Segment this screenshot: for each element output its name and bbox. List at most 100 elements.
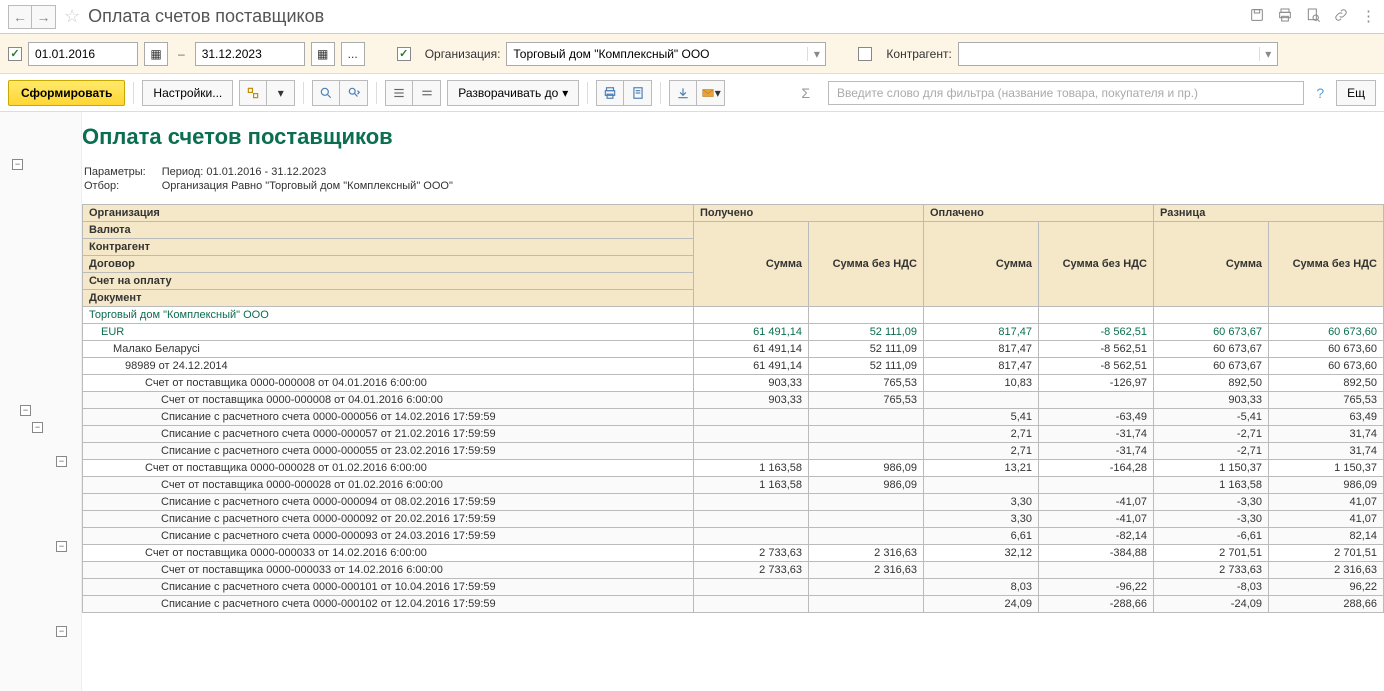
title-bar: ← → ☆ Оплата счетов поставщиков ⋮	[0, 0, 1384, 34]
period-checkbox[interactable]	[8, 47, 22, 61]
help-icon[interactable]: ?	[1316, 85, 1324, 101]
date-from-input[interactable]	[28, 42, 138, 66]
table-row[interactable]: Списание с расчетного счета 0000-000057 …	[83, 426, 1384, 443]
date-to-calendar-icon[interactable]: ▦	[311, 42, 335, 66]
row-cell: -31,74	[1039, 426, 1154, 443]
col-document[interactable]: Документ	[83, 290, 694, 307]
row-cell	[1039, 307, 1154, 324]
collapse-all-button[interactable]: −	[12, 159, 23, 170]
settings-dropdown-icon[interactable]: ▾	[267, 80, 295, 106]
action-toolbar: Сформировать Настройки... ▾ Разворачиват…	[0, 74, 1384, 112]
col-currency[interactable]: Валюта	[83, 222, 694, 239]
date-to-input[interactable]	[195, 42, 305, 66]
table-row[interactable]: Счет от поставщика 0000-000008 от 04.01.…	[83, 375, 1384, 392]
row-cell	[694, 494, 809, 511]
date-picker-button[interactable]: ...	[341, 42, 365, 66]
col-diff[interactable]: Разница	[1154, 205, 1384, 222]
settings-variants-icon[interactable]	[239, 80, 267, 106]
col-paid-sum[interactable]: Сумма	[924, 222, 1039, 307]
col-counterparty[interactable]: Контрагент	[83, 239, 694, 256]
link-icon[interactable]	[1333, 7, 1349, 27]
tree-toggle-button[interactable]: −	[56, 541, 67, 552]
org-checkbox[interactable]	[397, 47, 411, 61]
col-paid[interactable]: Оплачено	[924, 205, 1154, 222]
row-cell: 41,07	[1269, 494, 1384, 511]
row-cell: -24,09	[1154, 596, 1269, 613]
print-icon[interactable]	[1277, 7, 1293, 27]
table-row[interactable]: EUR61 491,1452 111,09817,47-8 562,5160 6…	[83, 324, 1384, 341]
row-cell: 1 150,37	[1269, 460, 1384, 477]
more-icon[interactable]: ⋮	[1361, 7, 1376, 27]
sigma-icon[interactable]: Σ	[801, 85, 810, 101]
register-button-icon[interactable]	[624, 80, 652, 106]
table-row[interactable]: Малако Беларусi61 491,1452 111,09817,47-…	[83, 341, 1384, 358]
email-report-icon[interactable]: ▾	[697, 80, 725, 106]
print-button-icon[interactable]	[596, 80, 624, 106]
table-row[interactable]: Списание с расчетного счета 0000-000092 …	[83, 511, 1384, 528]
tree-toggle-button[interactable]: −	[56, 626, 67, 637]
col-diff-sum[interactable]: Сумма	[1154, 222, 1269, 307]
row-label: Счет от поставщика 0000-000028 от 01.02.…	[83, 477, 694, 494]
text-filter-input[interactable]	[828, 81, 1304, 105]
date-from-calendar-icon[interactable]: ▦	[144, 42, 168, 66]
table-row[interactable]: Счет от поставщика 0000-000033 от 14.02.…	[83, 545, 1384, 562]
table-row[interactable]: Торговый дом "Комплексный" ООО	[83, 307, 1384, 324]
table-row[interactable]: Счет от поставщика 0000-000028 от 01.02.…	[83, 477, 1384, 494]
table-row[interactable]: Списание с расчетного счета 0000-000101 …	[83, 579, 1384, 596]
col-paid-novat[interactable]: Сумма без НДС	[1039, 222, 1154, 307]
col-received-sum[interactable]: Сумма	[694, 222, 809, 307]
settings-button[interactable]: Настройки...	[142, 80, 233, 106]
org-select[interactable]: ▾	[506, 42, 826, 66]
col-received[interactable]: Получено	[694, 205, 924, 222]
col-account[interactable]: Счет на оплату	[83, 273, 694, 290]
tree-toggle-button[interactable]: −	[32, 422, 43, 433]
row-cell: 60 673,60	[1269, 324, 1384, 341]
table-row[interactable]: Счет от поставщика 0000-000033 от 14.02.…	[83, 562, 1384, 579]
counterparty-checkbox[interactable]	[858, 47, 872, 61]
row-cell: 2 316,63	[809, 545, 924, 562]
nav-forward-button[interactable]: →	[32, 5, 56, 29]
row-cell: 765,53	[809, 375, 924, 392]
generate-button[interactable]: Сформировать	[8, 80, 125, 106]
org-dropdown-icon[interactable]: ▾	[807, 47, 825, 61]
table-row[interactable]: 98989 от 24.12.201461 491,1452 111,09817…	[83, 358, 1384, 375]
table-row[interactable]: Списание с расчетного счета 0000-000093 …	[83, 528, 1384, 545]
counterparty-dropdown-icon[interactable]: ▾	[1259, 47, 1277, 61]
favorite-star-icon[interactable]: ☆	[64, 6, 80, 27]
row-label: Списание с расчетного счета 0000-000092 …	[83, 511, 694, 528]
tree-toggle-button[interactable]: −	[20, 405, 31, 416]
more-button[interactable]: Ещ	[1336, 80, 1376, 106]
table-row[interactable]: Счет от поставщика 0000-000008 от 04.01.…	[83, 392, 1384, 409]
row-label: Счет от поставщика 0000-000008 от 04.01.…	[83, 375, 694, 392]
row-cell: 41,07	[1269, 511, 1384, 528]
col-organization[interactable]: Организация	[83, 205, 694, 222]
col-contract[interactable]: Договор	[83, 256, 694, 273]
find-icon[interactable]	[312, 80, 340, 106]
row-cell	[694, 596, 809, 613]
row-cell	[694, 426, 809, 443]
counterparty-select[interactable]: ▾	[958, 42, 1278, 66]
table-row[interactable]: Списание с расчетного счета 0000-000056 …	[83, 409, 1384, 426]
org-select-input[interactable]	[507, 47, 807, 61]
row-cell	[1039, 392, 1154, 409]
save-report-icon[interactable]	[669, 80, 697, 106]
expand-tree-icon[interactable]	[385, 80, 413, 106]
table-row[interactable]: Списание с расчетного счета 0000-000094 …	[83, 494, 1384, 511]
find-next-icon[interactable]	[340, 80, 368, 106]
expand-to-button[interactable]: Разворачивать до ▾	[447, 80, 579, 106]
col-received-novat[interactable]: Сумма без НДС	[809, 222, 924, 307]
tree-toggle-button[interactable]: −	[56, 456, 67, 467]
row-cell: -6,61	[1154, 528, 1269, 545]
col-diff-novat[interactable]: Сумма без НДС	[1269, 222, 1384, 307]
table-row[interactable]: Списание с расчетного счета 0000-000055 …	[83, 443, 1384, 460]
row-label: Счет от поставщика 0000-000033 от 14.02.…	[83, 545, 694, 562]
nav-back-button[interactable]: ←	[8, 5, 32, 29]
table-row[interactable]: Счет от поставщика 0000-000028 от 01.02.…	[83, 460, 1384, 477]
row-cell	[924, 307, 1039, 324]
save-icon[interactable]	[1249, 7, 1265, 27]
report-title: Оплата счетов поставщиков	[82, 124, 1384, 150]
collapse-tree-icon[interactable]	[413, 80, 441, 106]
row-cell: 765,53	[1269, 392, 1384, 409]
table-row[interactable]: Списание с расчетного счета 0000-000102 …	[83, 596, 1384, 613]
preview-icon[interactable]	[1305, 7, 1321, 27]
